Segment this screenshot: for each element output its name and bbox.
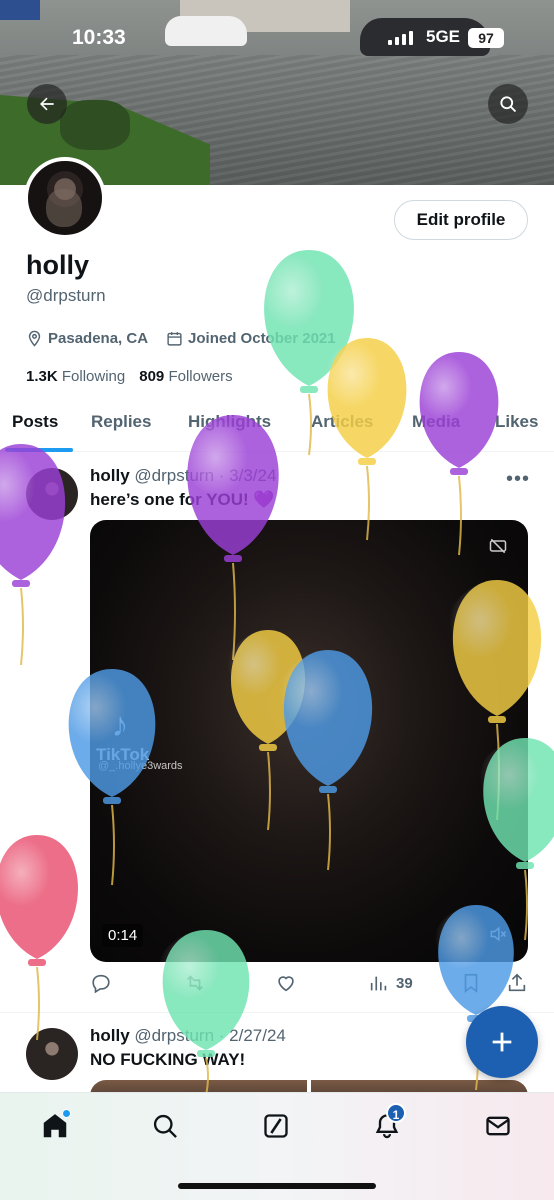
home-unread-dot <box>62 1109 71 1118</box>
mail-icon <box>486 1116 510 1136</box>
network-type: 5GE <box>426 27 461 46</box>
nav-notifications[interactable]: 1 <box>370 1103 406 1143</box>
followers-label: Followers <box>168 368 233 385</box>
profile-avatar[interactable] <box>24 157 106 239</box>
post-text: NO FUCKING WAY! <box>90 1050 246 1069</box>
more-icon[interactable]: ••• <box>506 468 530 491</box>
back-button[interactable] <box>27 84 67 124</box>
location-pin-icon <box>28 330 41 347</box>
bookmark-icon <box>464 973 478 993</box>
repost-icon <box>187 975 203 991</box>
active-tab-indicator <box>5 448 73 452</box>
follow-stats: 1.3K Following 809 Followers <box>26 368 233 385</box>
reply-icon <box>92 974 110 994</box>
post-date: · 2/27/24 <box>218 1026 286 1045</box>
tiktok-username: @_.hollye3wards <box>98 760 183 772</box>
status-bar: 10:33 5GE 97 <box>0 22 554 54</box>
views-icon <box>370 976 387 991</box>
post-avatar[interactable] <box>26 468 78 520</box>
profile-meta: Pasadena, CA Joined October 2021 <box>26 330 354 347</box>
post-avatar[interactable] <box>26 1028 78 1080</box>
edit-profile-button[interactable]: Edit profile <box>394 200 528 240</box>
post-handle: @drpsturn <box>134 466 215 485</box>
post-header: holly @drpsturn · 3/3/24 <box>90 466 276 486</box>
nav-search[interactable] <box>148 1109 182 1143</box>
tiktok-watermark: ♪ TikTok <box>96 706 149 765</box>
video-duration: 0:14 <box>102 924 144 947</box>
search-icon <box>500 96 517 113</box>
tiktok-logo-icon: ♪ <box>111 706 129 744</box>
banner-sign <box>0 0 40 20</box>
post-header: holly @drpsturn · 2/27/24 <box>90 1026 286 1046</box>
post-video[interactable]: ♪ TikTok @_.hollye3wards 0:14 <box>90 520 528 962</box>
battery-icon: 97 <box>468 28 504 48</box>
compose-button[interactable] <box>466 1006 538 1078</box>
post-actions: 39 <box>90 972 528 998</box>
tab-media[interactable]: Media <box>412 412 460 432</box>
share-button[interactable] <box>506 972 528 994</box>
search-icon <box>153 1114 177 1138</box>
status-time: 10:33 <box>72 26 126 49</box>
post-author[interactable]: holly <box>90 466 130 485</box>
home-indicator <box>178 1183 376 1189</box>
tab-articles[interactable]: Articles <box>311 412 373 432</box>
views-count: 39 <box>396 974 413 992</box>
profile-tabs: Posts Replies Highlights Articles Media … <box>0 400 554 452</box>
following-count: 1.3K <box>26 368 58 385</box>
calendar-icon <box>167 332 182 346</box>
post-handle: @drpsturn <box>134 1026 215 1045</box>
post-text: here’s one for YOU! 💜 <box>90 490 275 509</box>
captions-off-icon[interactable] <box>488 536 508 556</box>
reply-button[interactable] <box>90 972 112 994</box>
post-author[interactable]: holly <box>90 1026 130 1045</box>
nav-messages[interactable] <box>481 1109 515 1143</box>
signal-icon <box>388 31 413 45</box>
nav-home[interactable] <box>38 1109 72 1143</box>
mute-icon[interactable] <box>488 924 508 944</box>
location-text: Pasadena, CA <box>48 330 149 347</box>
search-button[interactable] <box>488 84 528 124</box>
views-button[interactable]: 39 <box>368 972 413 994</box>
profile-handle: @drpsturn <box>26 286 106 305</box>
join-date-text: Joined October 2021 <box>188 330 336 347</box>
tab-highlights[interactable]: Highlights <box>188 412 271 432</box>
tab-replies[interactable]: Replies <box>91 412 151 432</box>
tab-posts[interactable]: Posts <box>12 412 58 432</box>
location: Pasadena, CA <box>26 330 148 347</box>
display-name: holly <box>26 250 90 280</box>
notification-badge: 1 <box>386 1103 406 1123</box>
following-label: Following <box>61 368 126 385</box>
post-divider <box>0 1012 554 1013</box>
like-button[interactable] <box>275 972 297 994</box>
followers-count: 809 <box>139 368 165 385</box>
join-date: Joined October 2021 <box>166 330 336 347</box>
like-icon <box>278 976 294 992</box>
repost-button[interactable] <box>184 972 206 994</box>
post-date: · 3/3/24 <box>218 466 277 485</box>
grok-icon <box>264 1114 288 1138</box>
back-arrow-icon <box>40 97 54 111</box>
banner-hedge <box>60 100 130 150</box>
following-link[interactable]: 1.3K Following <box>26 368 125 385</box>
tab-likes[interactable]: Likes <box>495 412 538 432</box>
bookmark-button[interactable] <box>460 972 482 994</box>
share-icon <box>508 973 526 992</box>
compose-icon <box>492 1032 512 1052</box>
nav-grok[interactable] <box>259 1109 293 1143</box>
followers-link[interactable]: 809 Followers <box>139 368 232 385</box>
